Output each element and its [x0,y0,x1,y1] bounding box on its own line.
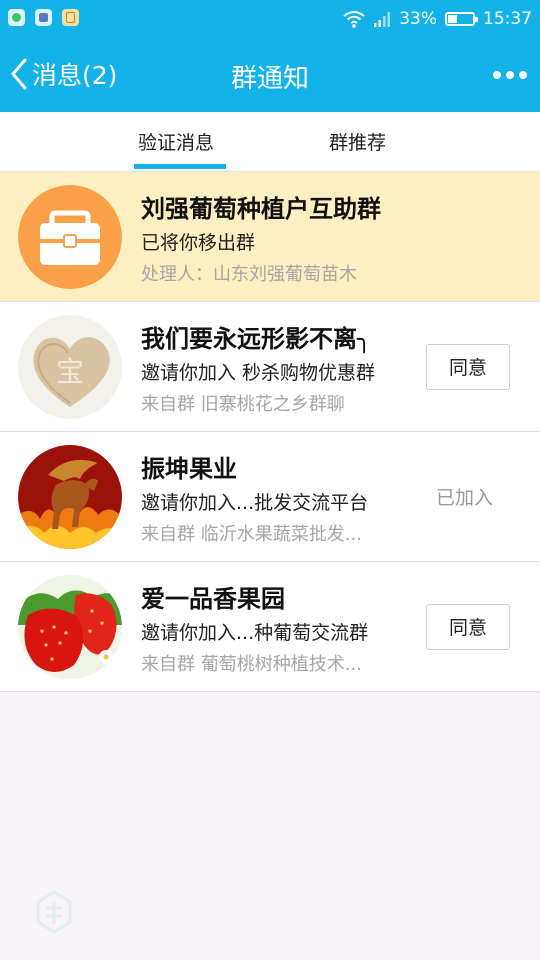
notification-message: 邀请你加入...批发交流平台 [141,492,369,514]
status-indicators: 33% 15:37 [343,6,532,32]
tab-group-recommend[interactable]: 群推荐 [329,128,386,155]
battery-fill [448,15,457,23]
status-bar: 33% 15:37 [0,0,540,38]
list-item[interactable]: 刘强葡萄种植户互助群 已将你移出群 处理人：山东刘强葡萄苗木 [0,172,540,302]
app-notification-icon [35,9,52,26]
tab-bar: 验证消息 群推荐 [0,112,540,172]
notification-message: 邀请你加入 秒杀购物优惠群 [141,362,376,384]
group-name: 爱一品香果园 [141,585,285,613]
signal-icon [374,12,391,27]
watermark-logo-icon [36,890,72,934]
list-item[interactable]: 宝 我们要永远形影不离╮ 邀请你加入 秒杀购物优惠群 来自群 旧寨桃花之乡群聊 … [0,302,540,432]
agree-button[interactable]: 同意 [426,604,510,650]
group-name: 振坤果业 [141,455,237,483]
list-item[interactable]: 爱一品香果园 邀请你加入...种葡萄交流群 来自群 葡萄桃树种植技术... 同意 [0,562,540,692]
nav-bar: 消息(2) 群通知 [0,38,540,112]
notification-message: 邀请你加入...种葡萄交流群 [141,622,369,644]
more-dots-icon[interactable] [492,62,528,88]
pegasus-avatar [18,445,122,549]
notification-source: 处理人：山东刘强葡萄苗木 [141,264,357,285]
app-notification-icon [62,9,79,26]
list-item[interactable]: 振坤果业 邀请你加入...批发交流平台 来自群 临沂水果蔬菜批发... 已加入 [0,432,540,562]
briefcase-icon [18,185,122,289]
group-name: 刘强葡萄种植户互助群 [141,195,381,223]
notification-source: 来自群 葡萄桃树种植技术... [141,654,362,675]
joined-status: 已加入 [436,487,494,509]
strawberry-avatar [18,575,122,679]
clock: 15:37 [483,9,532,29]
page-title: 群通知 [230,64,309,94]
avatar[interactable] [18,445,122,549]
active-tab-indicator [134,164,226,169]
heart-stone-avatar: 宝 [18,315,122,419]
wifi-icon [343,11,365,28]
group-name: 我们要永远形影不离╮ [141,325,372,353]
notification-source: 来自群 临沂水果蔬菜批发... [141,524,362,545]
avatar[interactable] [18,575,122,679]
notification-source: 来自群 旧寨桃花之乡群聊 [141,394,345,415]
agree-button[interactable]: 同意 [426,344,510,390]
avatar[interactable]: 宝 [18,315,122,419]
battery-icon [445,12,478,26]
svg-text:宝: 宝 [56,355,84,388]
avatar[interactable] [18,185,122,289]
notification-icons [8,9,79,26]
tab-verification[interactable]: 验证消息 [138,128,214,155]
notification-list: 刘强葡萄种植户互助群 已将你移出群 处理人：山东刘强葡萄苗木 宝 我们要永远形影… [0,172,540,692]
app-notification-icon [8,9,25,26]
battery-percent: 33% [399,9,437,29]
notification-message: 已将你移出群 [141,232,256,254]
